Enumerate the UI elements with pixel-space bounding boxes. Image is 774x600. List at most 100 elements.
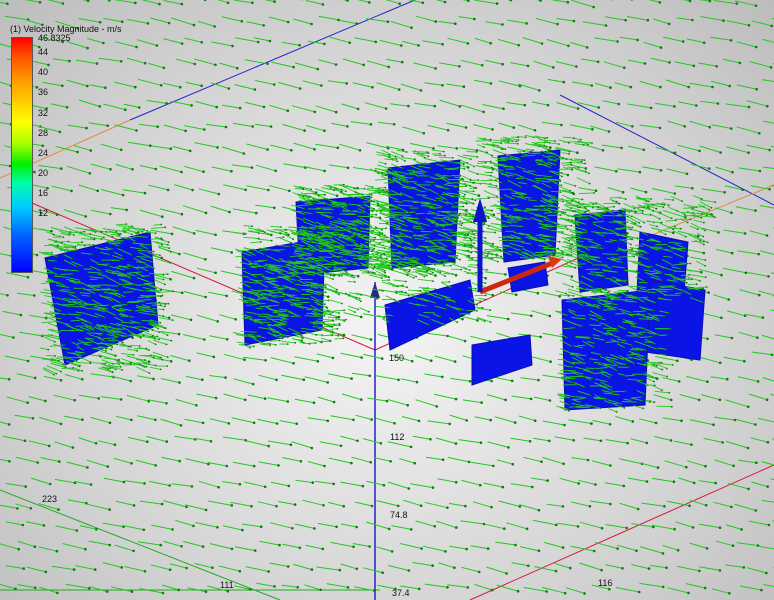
velocity-arrow-head: [554, 164, 557, 166]
velocity-arrow-head: [329, 217, 332, 220]
velocity-arrow-head: [230, 547, 234, 551]
velocity-arrow-head: [705, 547, 709, 550]
velocity-arrow-head: [259, 334, 262, 337]
velocity-arrow-head: [303, 245, 306, 248]
velocity-arrow-head: [134, 240, 137, 243]
velocity-arrow-head: [95, 62, 99, 65]
velocity-arrow-head: [708, 167, 711, 170]
velocity-arrow-head: [466, 234, 469, 237]
velocity-arrow-head: [335, 290, 337, 293]
velocity-arrow-head: [180, 291, 184, 295]
velocity-arrow-head: [516, 589, 520, 593]
velocity-arrow-head: [307, 258, 310, 261]
velocity-arrow-head: [381, 571, 384, 574]
velocity-arrow-icon: [446, 83, 464, 88]
velocity-arrow-icon: [98, 57, 122, 62]
velocity-arrow-icon: [44, 251, 52, 254]
velocity-arrow-head: [616, 40, 619, 43]
velocity-arrow-head: [495, 2, 499, 5]
velocity-arrow-head: [36, 461, 39, 464]
velocity-arrow-head: [234, 318, 237, 321]
velocity-arrow-head: [556, 22, 559, 26]
velocity-arrow-head: [325, 228, 328, 231]
velocity-arrow-head: [342, 333, 346, 337]
velocity-arrow-head: [338, 206, 340, 209]
velocity-arrow-icon: [376, 82, 400, 90]
velocity-arrow-head: [516, 203, 519, 206]
velocity-arrow-icon: [66, 461, 88, 468]
velocity-arrow-head: [316, 235, 318, 238]
velocity-arrow-head: [390, 168, 393, 170]
velocity-arrow-head: [346, 0, 349, 2]
velocity-arrow-icon: [451, 206, 464, 208]
velocity-arrow-icon: [550, 0, 568, 3]
velocity-arrow-head: [326, 198, 329, 200]
velocity-arrow-head: [410, 359, 414, 363]
velocity-arrow-head: [277, 336, 279, 339]
velocity-arrow-head: [192, 276, 196, 280]
velocity-arrow-head: [251, 264, 253, 266]
velocity-arrow-head: [226, 1, 230, 5]
velocity-arrow-head: [730, 251, 734, 255]
velocity-arrow-icon: [367, 397, 387, 402]
velocity-arrow-head: [460, 224, 463, 227]
velocity-arrow-head: [466, 166, 470, 169]
velocity-arrow-icon: [62, 543, 86, 550]
velocity-arrow-head: [668, 61, 671, 64]
velocity-arrow-icon: [667, 120, 685, 127]
velocity-arrow-icon: [208, 500, 232, 506]
velocity-arrow-head: [273, 273, 275, 275]
velocity-arrow-icon: [700, 356, 721, 364]
velocity-arrow-head: [719, 151, 722, 154]
velocity-arrow-head: [285, 321, 288, 324]
velocity-arrow-head: [473, 165, 476, 168]
velocity-arrow-icon: [258, 461, 279, 466]
velocity-arrow-head: [343, 245, 346, 248]
velocity-arrow-head: [289, 443, 293, 447]
velocity-arrow-head: [429, 202, 432, 204]
velocity-arrow-icon: [157, 290, 174, 293]
velocity-arrow-head: [459, 174, 462, 177]
flow-scene[interactable]: [0, 0, 774, 600]
velocity-arrow-icon: [594, 166, 617, 172]
velocity-arrow-icon: [81, 238, 95, 240]
velocity-arrow-head: [644, 190, 648, 194]
velocity-arrow-head: [473, 17, 476, 21]
velocity-arrow-head: [516, 221, 518, 223]
velocity-arrow-head: [746, 405, 750, 409]
velocity-arrow-head: [165, 440, 169, 443]
velocity-arrow-head: [125, 208, 128, 212]
velocity-arrow-head: [285, 323, 288, 326]
velocity-arrow-icon: [198, 480, 219, 488]
velocity-arrow-head: [363, 207, 366, 210]
velocity-arrow-icon: [329, 299, 343, 304]
velocity-arrow-head: [138, 106, 141, 109]
velocity-arrow-head: [311, 253, 313, 256]
velocity-arrow-head: [388, 154, 390, 156]
velocity-arrow-head: [642, 148, 646, 152]
velocity-arrow-head: [123, 269, 126, 271]
cfd-viewport[interactable]: (1) Velocity Magnitude - m/s 46.8325 44 …: [0, 0, 774, 600]
velocity-arrow-head: [504, 398, 507, 402]
velocity-arrow-head: [476, 319, 479, 322]
velocity-arrow-head: [475, 250, 477, 253]
velocity-arrow-head: [443, 239, 446, 241]
velocity-arrow-icon: [208, 291, 227, 297]
velocity-arrow-icon: [542, 420, 565, 426]
velocity-arrow-head: [576, 107, 580, 110]
velocity-arrow-head: [44, 399, 47, 403]
velocity-arrow-head: [227, 422, 231, 425]
velocity-arrow-icon: [435, 437, 457, 445]
velocity-arrow-icon: [714, 334, 732, 339]
velocity-arrow-head: [463, 168, 466, 170]
velocity-arrow-head: [64, 362, 66, 365]
velocity-arrow-head: [718, 398, 722, 402]
velocity-arrow-icon: [494, 376, 513, 382]
velocity-arrow-icon: [710, 80, 730, 87]
velocity-arrow-head: [188, 149, 192, 153]
velocity-arrow-head: [131, 309, 133, 312]
velocity-arrow-icon: [103, 477, 124, 483]
velocity-arrow-icon: [482, 104, 504, 110]
velocity-arrow-head: [55, 240, 58, 243]
velocity-arrow-head: [150, 313, 152, 316]
